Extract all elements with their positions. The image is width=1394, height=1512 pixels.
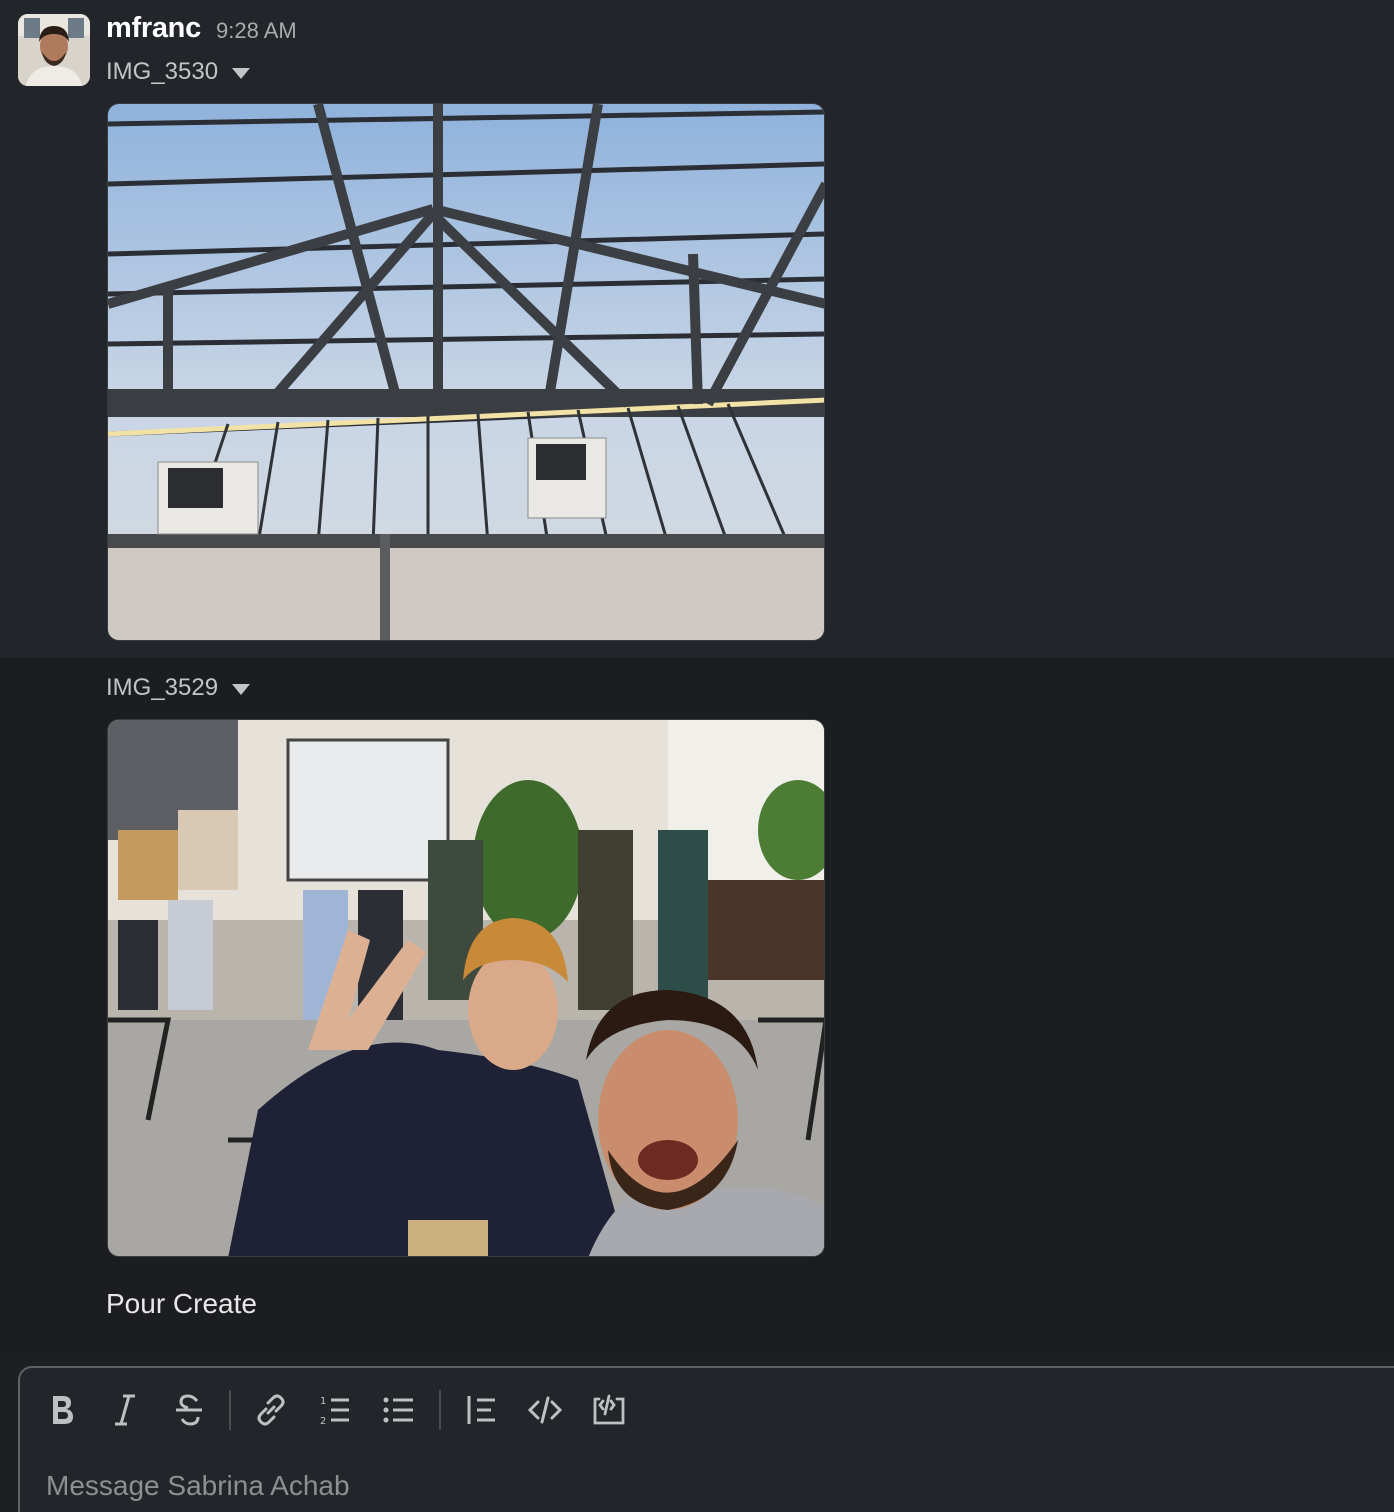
strikethrough-icon[interactable]	[166, 1386, 212, 1434]
avatar[interactable]	[18, 14, 90, 86]
avatar-photo	[18, 14, 90, 86]
image-attachment-selfie[interactable]	[107, 719, 825, 1257]
bulleted-list-icon[interactable]	[376, 1386, 422, 1434]
selfie-photo	[108, 720, 824, 1256]
svg-text:1: 1	[320, 1396, 326, 1407]
image-attachment-roof[interactable]	[107, 103, 825, 641]
file-name-label: IMG_3530	[106, 58, 219, 85]
toolbar-divider	[229, 1390, 231, 1430]
italic-icon[interactable]	[102, 1386, 148, 1434]
link-icon[interactable]	[248, 1386, 294, 1434]
code-icon[interactable]	[522, 1386, 568, 1434]
roof-photo	[108, 104, 824, 640]
file-name-label: IMG_3529	[106, 674, 219, 701]
toolbar-divider	[439, 1390, 441, 1430]
code-block-icon[interactable]	[586, 1386, 632, 1434]
message-timestamp[interactable]: 9:28 AM	[216, 18, 297, 44]
caret-down-icon[interactable]	[232, 684, 251, 695]
svg-text:2: 2	[320, 1416, 326, 1427]
bold-icon[interactable]	[38, 1386, 84, 1434]
blockquote-icon[interactable]	[458, 1386, 504, 1434]
conversation-view: mfranc 9:28 AM IMG_3530 IMG_3529 Pour Cr…	[0, 0, 1394, 1512]
attachment-title-1[interactable]: IMG_3530	[106, 58, 251, 86]
ordered-list-icon[interactable]: 12	[312, 1386, 358, 1434]
formatting-toolbar: 12	[20, 1386, 720, 1434]
message-text: Pour Create	[106, 1288, 257, 1319]
attachment-title-2[interactable]: IMG_3529	[106, 674, 251, 702]
message-composer[interactable]: 12 Message Sabrina Achab	[18, 1366, 1394, 1512]
author-name[interactable]: mfranc	[106, 12, 201, 45]
message-input-placeholder[interactable]: Message Sabrina Achab	[46, 1470, 350, 1502]
caret-down-icon[interactable]	[232, 68, 251, 79]
